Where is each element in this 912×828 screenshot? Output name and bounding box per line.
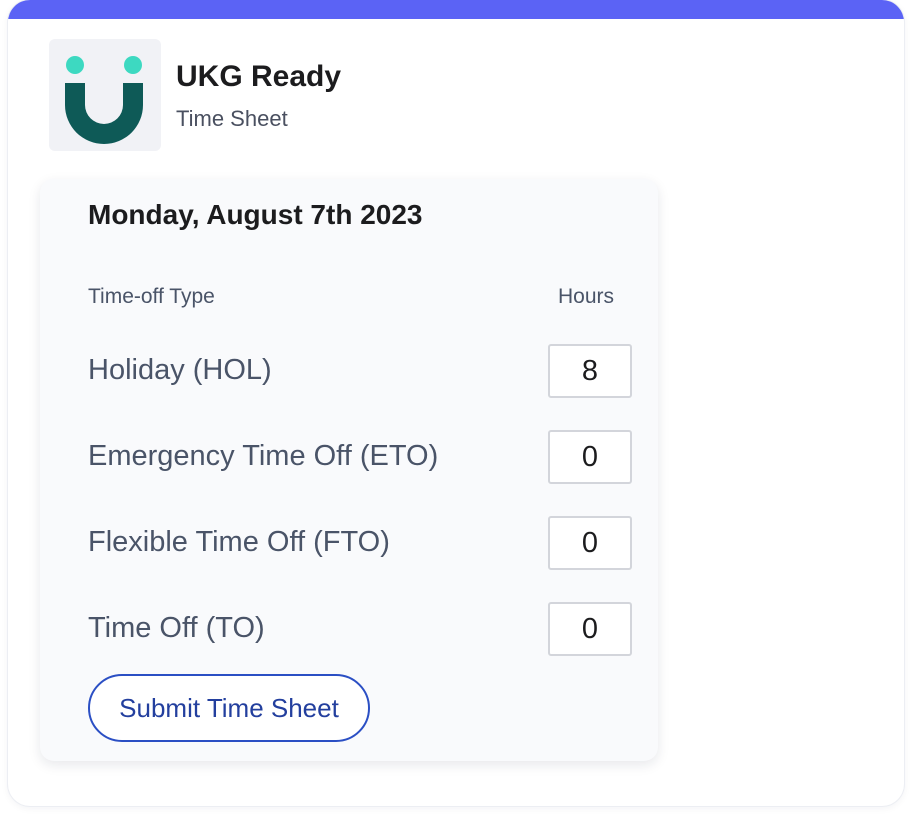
- timeoff-label-fto: Flexible Time Off (FTO): [88, 526, 390, 558]
- app-logo: [49, 39, 161, 151]
- ukg-smile-logo-icon: [65, 56, 143, 144]
- app-subtitle: Time Sheet: [176, 106, 288, 131]
- timesheet-date: Monday, August 7th 2023: [88, 199, 423, 230]
- timeoff-row-eto: Emergency Time Off (ETO): [40, 430, 658, 484]
- timeoff-row-fto: Flexible Time Off (FTO): [40, 516, 658, 570]
- timeoff-row-to: Time Off (TO): [40, 602, 658, 656]
- hours-input-to[interactable]: [548, 602, 632, 656]
- timeoff-label-eto: Emergency Time Off (ETO): [88, 440, 439, 472]
- timeoff-row-hol: Holiday (HOL): [40, 344, 658, 398]
- column-header-type: Time-off Type: [88, 285, 215, 308]
- app-title: UKG Ready: [176, 60, 342, 93]
- column-header-hours: Hours: [558, 285, 615, 308]
- hours-input-eto[interactable]: [548, 430, 632, 484]
- timeoff-label-hol: Holiday (HOL): [88, 354, 272, 386]
- hours-input-hol[interactable]: [548, 344, 632, 398]
- accent-bar: [8, 0, 904, 19]
- app-card: UKG Ready Time Sheet Monday, August 7th …: [8, 0, 904, 806]
- timesheet-card: Monday, August 7th 2023 Time-off Type Ho…: [40, 179, 658, 761]
- timeoff-label-to: Time Off (TO): [88, 612, 265, 644]
- submit-timesheet-button[interactable]: Submit Time Sheet: [88, 674, 370, 742]
- hours-input-fto[interactable]: [548, 516, 632, 570]
